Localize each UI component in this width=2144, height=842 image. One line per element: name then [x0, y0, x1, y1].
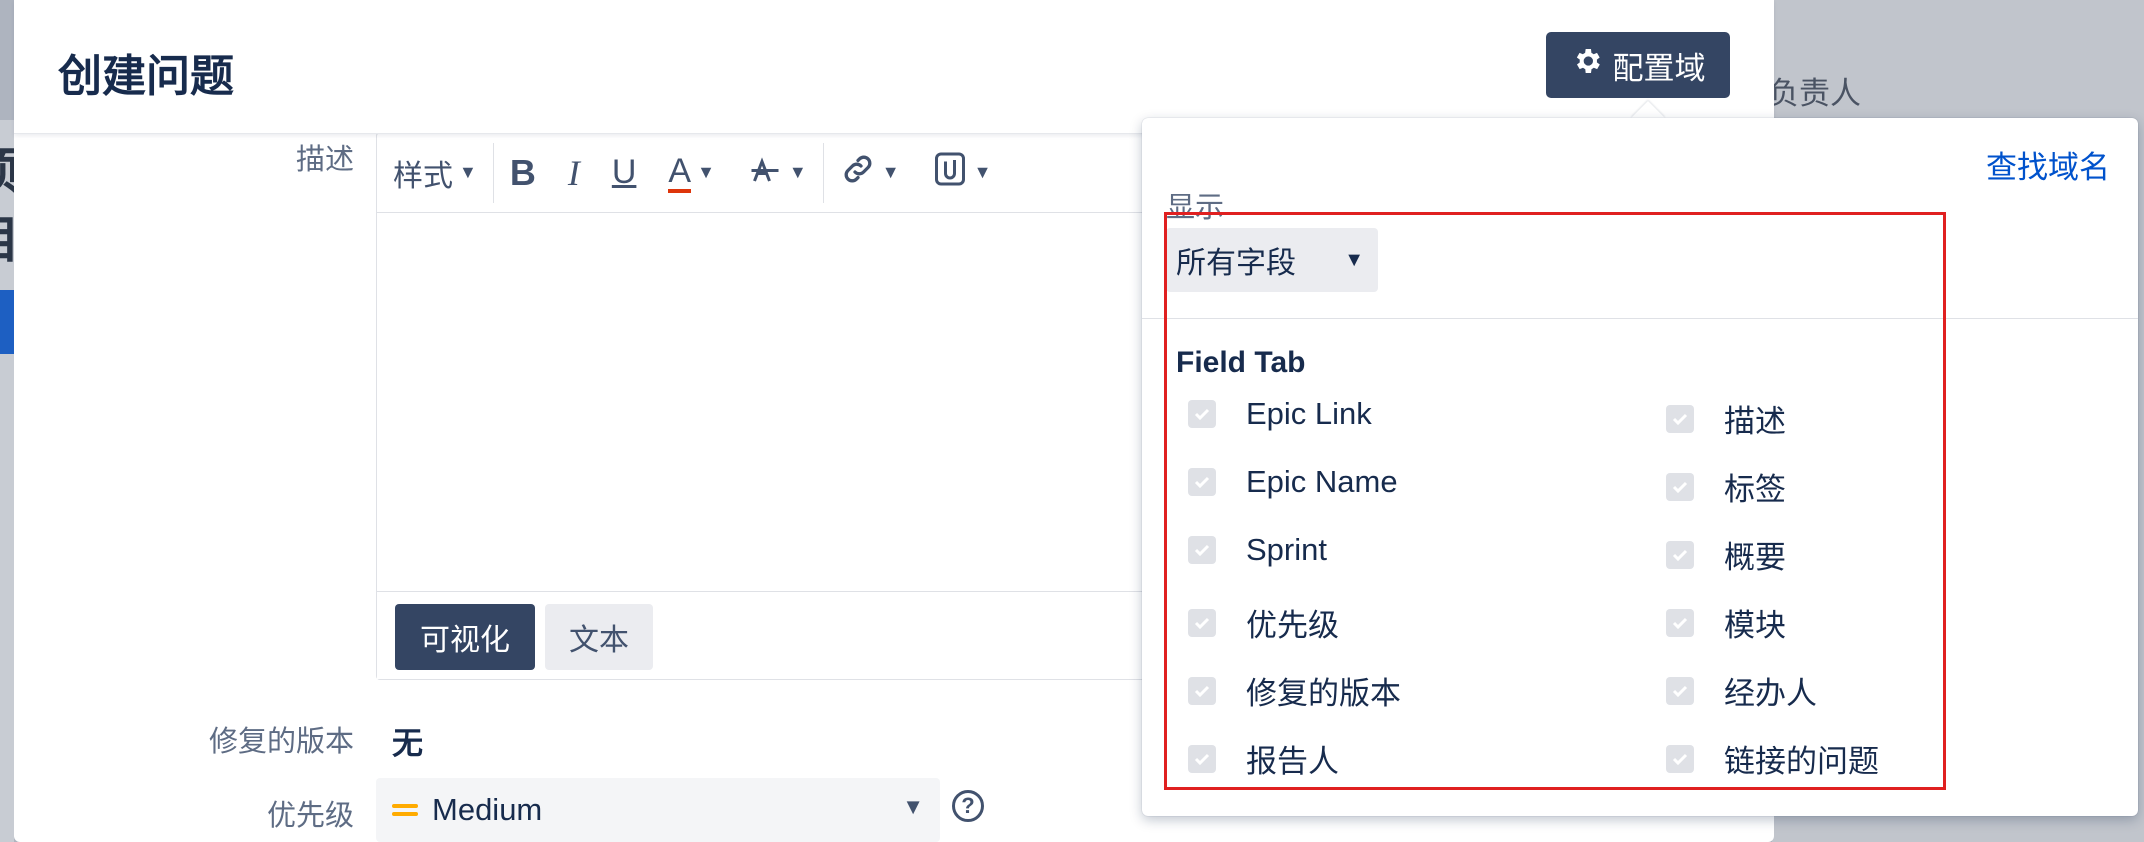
chevron-down-icon: ▼ — [697, 162, 715, 182]
checkbox-checked-icon[interactable] — [1666, 608, 1694, 637]
field-option-label: 模块 — [1724, 608, 1786, 643]
checkbox-checked-icon[interactable] — [1188, 608, 1216, 637]
text-color-button[interactable]: A ▼ — [652, 133, 731, 212]
underline-button[interactable]: U — [596, 133, 653, 212]
help-icon[interactable]: ? — [952, 790, 984, 822]
field-option[interactable]: Sprint — [1188, 532, 1327, 568]
field-option[interactable]: 描述 — [1666, 396, 1786, 441]
underline-icon: U — [611, 153, 637, 191]
checkbox-checked-icon[interactable] — [1666, 404, 1694, 433]
chevron-down-icon: ▼ — [459, 162, 477, 182]
chevron-down-icon: ▼ — [973, 162, 992, 182]
more-formatting-button[interactable]: ▼ — [731, 133, 823, 212]
field-option[interactable]: 报告人 — [1188, 736, 1339, 781]
field-option[interactable]: 链接的问题 — [1666, 736, 1879, 781]
background-left-blue-block — [0, 290, 14, 354]
text-effects-icon — [747, 151, 783, 195]
field-option-label: 修复的版本 — [1246, 676, 1401, 711]
checkbox-checked-icon[interactable] — [1666, 676, 1694, 705]
checkbox-checked-icon[interactable] — [1188, 400, 1216, 428]
attachment-button[interactable]: ▼ — [916, 133, 1008, 212]
field-option[interactable]: Epic Link — [1188, 396, 1372, 432]
field-option-label: 概要 — [1724, 540, 1786, 575]
field-option[interactable]: 标签 — [1666, 464, 1786, 509]
field-option[interactable]: 模块 — [1666, 600, 1786, 645]
field-option-label: Epic Name — [1246, 464, 1398, 499]
text-color-icon: A — [668, 153, 692, 193]
checkbox-checked-icon[interactable] — [1188, 744, 1216, 773]
priority-label: 优先级 — [266, 800, 354, 832]
field-option-label: 标签 — [1724, 472, 1786, 507]
checkbox-checked-icon[interactable] — [1188, 536, 1216, 564]
attachment-icon — [932, 151, 968, 195]
link-icon — [840, 151, 876, 195]
gear-icon — [1571, 45, 1603, 85]
field-tab-heading: Field Tab — [1176, 346, 1306, 379]
field-option-label: 经办人 — [1724, 676, 1817, 711]
chevron-down-icon: ▼ — [788, 162, 807, 182]
dialog-title: 创建问题 — [58, 52, 234, 101]
bold-icon: B — [509, 151, 536, 193]
checkbox-checked-icon[interactable] — [1666, 472, 1694, 501]
dialog-header: 创建问题 配置域 — [14, 0, 1774, 134]
configure-fields-button[interactable]: 配置域 — [1546, 32, 1730, 98]
field-option-label: 链接的问题 — [1724, 744, 1879, 779]
visual-mode-button[interactable]: 可视化 — [395, 604, 535, 670]
checkbox-checked-icon[interactable] — [1666, 540, 1694, 569]
style-dropdown-label: 样式 — [393, 159, 453, 193]
priority-value: Medium — [432, 792, 543, 827]
chevron-down-icon: ▼ — [1344, 248, 1364, 271]
field-option-label: 报告人 — [1246, 744, 1339, 779]
chevron-down-icon: ▼ — [881, 162, 900, 182]
text-mode-button[interactable]: 文本 — [545, 604, 653, 670]
style-dropdown[interactable]: 样式 ▼ — [377, 133, 493, 212]
field-option[interactable]: 经办人 — [1666, 668, 1817, 713]
show-fields-select[interactable]: 所有字段 ▼ — [1166, 228, 1378, 292]
italic-icon: I — [567, 152, 580, 193]
checkbox-checked-icon[interactable] — [1188, 676, 1216, 705]
configure-fields-label: 配置域 — [1612, 50, 1706, 86]
show-fields-select-value: 所有字段 — [1176, 247, 1296, 280]
background-assignee-label: 负责人 — [1768, 76, 1861, 111]
find-field-link[interactable]: 查找域名 — [1986, 142, 2110, 187]
field-option[interactable]: Epic Name — [1188, 464, 1398, 500]
popup-divider — [1142, 318, 2138, 319]
field-option-label: 优先级 — [1246, 608, 1339, 643]
checkbox-checked-icon[interactable] — [1666, 744, 1694, 773]
priority-select[interactable]: Medium ▼ — [376, 778, 940, 842]
fix-version-value[interactable]: 无 — [392, 718, 423, 763]
description-label: 描述 — [295, 144, 354, 176]
checkbox-checked-icon[interactable] — [1188, 468, 1216, 496]
bold-button[interactable]: B — [494, 133, 552, 212]
show-label: 显示 — [1166, 192, 1225, 224]
link-button[interactable]: ▼ — [824, 133, 916, 212]
field-option[interactable]: 概要 — [1666, 532, 1786, 577]
configure-fields-popup: 查找域名 显示 所有字段 ▼ Field Tab Epic Link Epic … — [1142, 118, 2138, 816]
field-option-label: Sprint — [1246, 532, 1327, 567]
fix-version-label: 修复的版本 — [208, 726, 354, 758]
field-option[interactable]: 优先级 — [1188, 600, 1339, 645]
priority-medium-icon — [392, 802, 418, 818]
italic-button[interactable]: I — [552, 133, 596, 212]
chevron-down-icon: ▼ — [902, 794, 924, 819]
field-option[interactable]: 修复的版本 — [1188, 668, 1401, 713]
field-option-label: 描述 — [1724, 404, 1786, 439]
field-option-label: Epic Link — [1246, 396, 1372, 431]
